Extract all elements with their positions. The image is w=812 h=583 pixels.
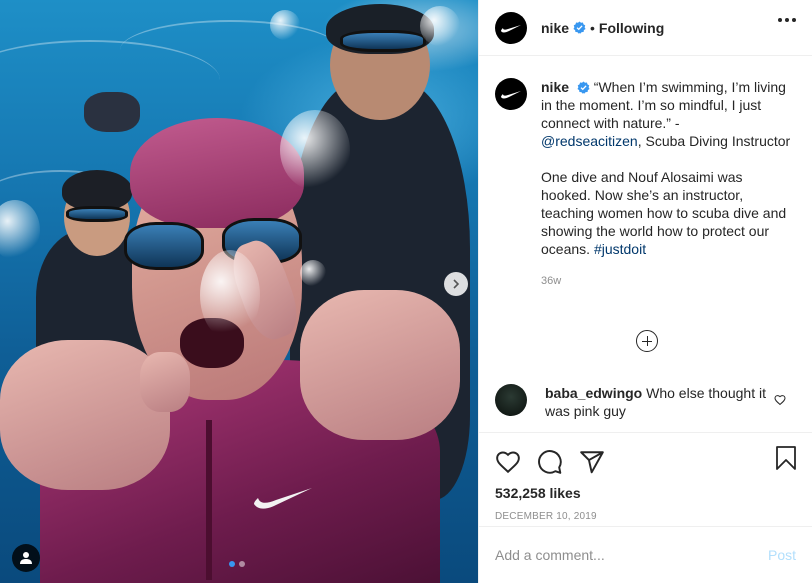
verified-badge-icon <box>573 21 586 34</box>
diver-left-cap <box>62 170 132 210</box>
comment-like-heart-icon[interactable] <box>774 394 786 406</box>
more-options-icon[interactable] <box>778 18 796 22</box>
user-tag-button[interactable] <box>12 544 40 572</box>
user-tag-icon <box>20 552 32 564</box>
post-header: nike • Following <box>479 0 812 56</box>
header-separator: • <box>590 19 595 36</box>
caption-mention-link[interactable]: @redseacitizen <box>541 133 638 149</box>
author-avatar[interactable] <box>495 11 527 44</box>
nike-swoosh-icon <box>501 24 521 32</box>
commenter-avatar[interactable] <box>495 384 527 416</box>
load-more-comments-icon[interactable] <box>636 330 658 352</box>
heart-icon[interactable] <box>495 449 521 475</box>
caption-text: nike “When I’m swimming, I’m living in t… <box>541 78 793 290</box>
carousel-dot-active <box>229 561 235 567</box>
post-caption: nike “When I’m swimming, I’m living in t… <box>479 56 812 290</box>
post-side-panel: nike • Following nike “When I’m swimming… <box>478 0 812 583</box>
right-hand-shaka <box>300 290 460 440</box>
bubble <box>200 250 260 340</box>
carousel-dot <box>239 561 245 567</box>
post-photo[interactable] <box>0 0 478 583</box>
diver-right-goggles <box>340 30 426 52</box>
left-thumb <box>140 352 190 412</box>
bookmark-icon[interactable] <box>774 445 798 471</box>
add-comment-bar: Post <box>479 526 812 583</box>
caption-author-username[interactable]: nike <box>541 79 569 95</box>
post-date: DECEMBER 10, 2019 <box>495 511 597 522</box>
front-diver-cap <box>130 118 304 228</box>
bubble <box>280 110 350 190</box>
bubble <box>420 6 460 46</box>
post-comment-button[interactable]: Post <box>768 547 796 563</box>
following-button[interactable]: Following <box>599 20 664 36</box>
carousel-indicator <box>229 561 245 567</box>
suit-zipper <box>206 420 212 580</box>
caption-hashtag-link[interactable]: #justdoit <box>594 241 646 257</box>
comment-icon[interactable] <box>537 449 563 475</box>
caption-author-avatar[interactable] <box>495 78 527 110</box>
bubble <box>300 260 326 286</box>
comment-item: baba_edwingo Who else thought it was pin… <box>495 384 796 420</box>
next-slide-icon <box>453 279 460 289</box>
caption-body: One dive and Nouf Alosaimi was hooked. N… <box>541 169 787 257</box>
diver-left-goggles <box>66 206 128 222</box>
verified-badge-icon <box>577 81 590 94</box>
like-count[interactable]: 532,258 likes <box>479 481 812 501</box>
comment-input[interactable] <box>495 547 768 563</box>
author-username[interactable]: nike <box>541 20 569 36</box>
suit-swoosh-logo <box>254 488 312 509</box>
caption-role: , Scuba Diving Instructor <box>637 133 791 149</box>
water-ripple <box>120 20 340 80</box>
nike-swoosh-icon <box>501 91 521 99</box>
front-diver-goggle-left <box>124 222 204 270</box>
share-icon[interactable] <box>579 449 605 475</box>
diver-right-arm <box>84 92 140 132</box>
post-actions: 532,258 likes DECEMBER 10, 2019 <box>479 432 812 526</box>
comment-text: baba_edwingo Who else thought it was pin… <box>545 384 769 420</box>
bubble <box>270 10 300 40</box>
comments-section[interactable]: nike “When I’m swimming, I’m living in t… <box>479 56 812 432</box>
next-slide-button[interactable] <box>444 272 468 296</box>
action-icons <box>479 433 812 481</box>
caption-timestamp[interactable]: 36w <box>541 272 793 290</box>
commenter-username[interactable]: baba_edwingo <box>545 385 642 401</box>
